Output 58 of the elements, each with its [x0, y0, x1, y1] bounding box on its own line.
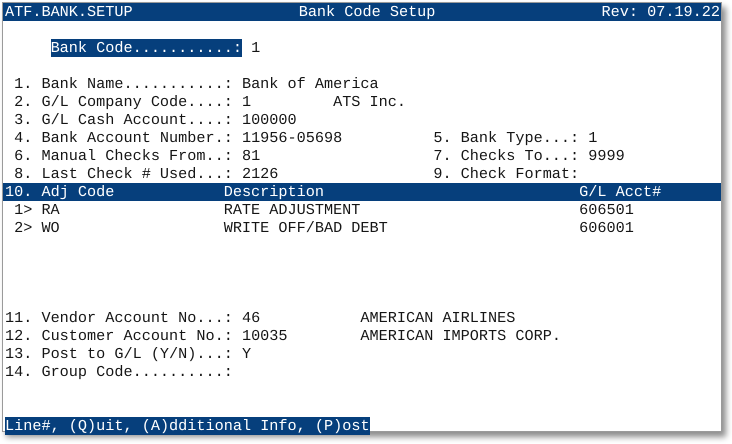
field-label: Bank Code...........: [50, 39, 242, 57]
field-label: Checks To...: [460, 147, 580, 165]
row-number: 1> [14, 201, 32, 219]
table-cell: RATE ADJUSTMENT [224, 201, 360, 219]
line-number: 9. [433, 165, 452, 183]
field-label: G/L Company Code....: [41, 93, 233, 111]
line-number: 5. [433, 129, 452, 147]
line-number: 8. [13, 165, 34, 183]
table-cell: RA [41, 201, 60, 219]
field-value: 10035 [242, 327, 288, 345]
company-name: ATS Inc. [333, 93, 406, 111]
line-number: 6. [13, 147, 34, 165]
field-label: Post to G/L (Y/N)...: [41, 345, 233, 363]
account-name: AMERICAN AIRLINES [360, 309, 516, 327]
field-value: 46 [242, 309, 260, 327]
line-number: 11. [5, 309, 34, 327]
field-value: 1 [242, 93, 252, 111]
field-label: Vendor Account No...: [41, 309, 233, 327]
table-cell: 606501 [579, 201, 634, 219]
line-number: 13. [5, 345, 34, 363]
field-label: Customer Account No.: [41, 327, 233, 345]
field-label: Last Check # Used...: [41, 165, 233, 183]
line-number: 12. [5, 327, 34, 345]
field-value: 9999 [588, 147, 625, 165]
row-number: 2> [14, 219, 32, 237]
field-label: Check Format: [460, 165, 580, 183]
line-number: 7. [433, 147, 452, 165]
field-label: Bank Account Number.: [41, 129, 233, 147]
line-number: 1. [13, 75, 34, 93]
field-label: Bank Type...: [460, 129, 580, 147]
field-value: 81 [242, 147, 260, 165]
line-number: 2. [13, 93, 34, 111]
field-label: Manual Checks From..: [41, 147, 233, 165]
line-number: 10. [5, 183, 32, 201]
field-value: Bank of America [242, 75, 379, 93]
table-cell: 606001 [579, 219, 634, 237]
command-prompt: Line#, (Q)uit, (A)dditional Info, (P)ost [5, 417, 370, 435]
line-number: 4. [13, 129, 34, 147]
field-value: 1 [251, 39, 260, 57]
account-name: AMERICAN IMPORTS CORP. [360, 327, 561, 345]
field-value: 2126 [242, 165, 278, 183]
field-value: 1 [588, 129, 598, 147]
revision-label: Rev: 07.19.22 [602, 3, 720, 21]
column-header: Description [224, 183, 324, 201]
line-number: 14. [5, 363, 34, 381]
column-header: Adj Code [41, 183, 114, 201]
field-label: G/L Cash Account....: [41, 111, 233, 129]
field-label: Bank Name...........: [41, 75, 233, 93]
field-label: Group Code..........: [41, 363, 233, 381]
field-value: Y [242, 345, 252, 363]
program-name: ATF.BANK.SETUP [5, 3, 133, 21]
line-number: 3. [13, 111, 34, 129]
field-value: 11956-05698 [242, 129, 342, 147]
screen-title: Bank Code Setup [298, 3, 436, 21]
table-cell: WO [41, 219, 60, 237]
column-header: G/L Acct# [579, 183, 662, 201]
field-value: 100000 [242, 111, 297, 129]
table-cell: WRITE OFF/BAD DEBT [224, 219, 388, 237]
